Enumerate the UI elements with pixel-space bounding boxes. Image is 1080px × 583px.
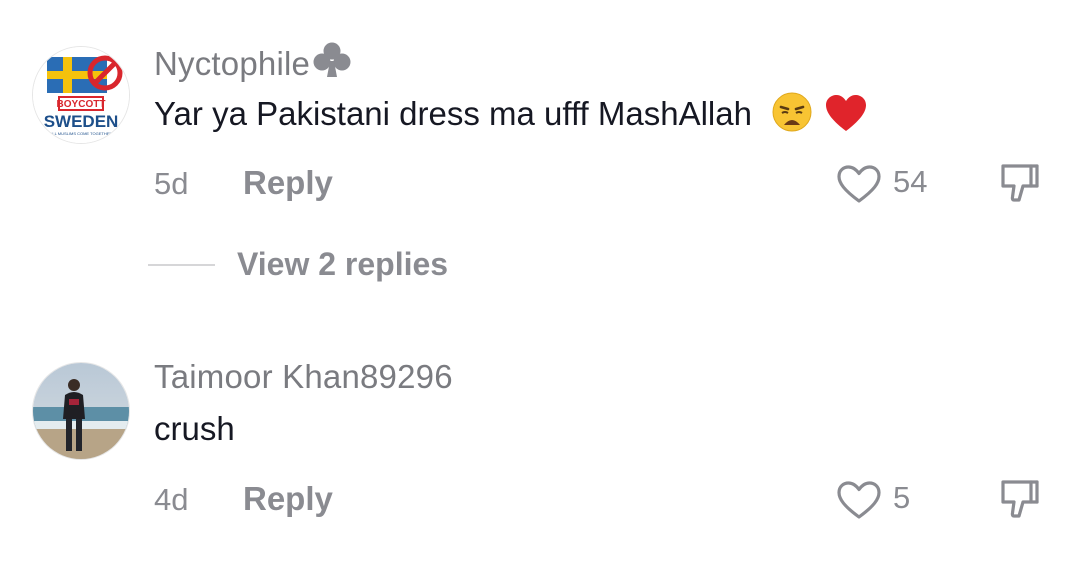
- heart-icon[interactable]: [836, 480, 882, 520]
- weary-face-emoji: [772, 92, 812, 132]
- svg-text:ALL MUSLIMS COME TOGETHER: ALL MUSLIMS COME TOGETHER: [50, 131, 113, 136]
- username-text[interactable]: Nyctophile: [154, 45, 310, 82]
- comment-text-content: Yar ya Pakistani dress ma ufff MashAllah: [154, 95, 752, 132]
- replies-divider-line: [148, 264, 215, 266]
- avatar[interactable]: BOYCOTT SWEDEN ALL MUSLIMS COME TOGETHER: [32, 46, 130, 144]
- club-suit-icon: [313, 42, 351, 77]
- comment-username[interactable]: Nyctophile: [154, 41, 352, 83]
- comment-text: Yar ya Pakistani dress ma ufff MashAllah: [154, 91, 868, 133]
- view-replies-button[interactable]: View 2 replies: [237, 246, 448, 283]
- like-count: 5: [893, 480, 911, 515]
- boycott-sweden-logo: BOYCOTT SWEDEN ALL MUSLIMS COME TOGETHER: [33, 47, 129, 143]
- comment-text: crush: [154, 410, 235, 447]
- comment-username[interactable]: Taimoor Khan89296: [154, 358, 453, 396]
- svg-text:BOYCOTT: BOYCOTT: [57, 99, 106, 110]
- thumbs-down-icon[interactable]: [997, 476, 1043, 522]
- user-photo: [33, 363, 129, 459]
- avatar[interactable]: [32, 362, 130, 460]
- heart-icon[interactable]: [836, 164, 882, 204]
- comment-timestamp: 4d: [154, 482, 189, 517]
- like-count: 54: [893, 164, 928, 199]
- comment-item: Taimoor Khan89296 crush 4d Reply 5: [0, 330, 1080, 583]
- svg-text:SWEDEN: SWEDEN: [44, 112, 119, 131]
- reply-button[interactable]: Reply: [243, 480, 333, 518]
- comment-timestamp: 5d: [154, 166, 189, 201]
- red-heart-emoji: [826, 95, 867, 131]
- thumbs-down-icon[interactable]: [997, 160, 1043, 206]
- reply-button[interactable]: Reply: [243, 164, 333, 202]
- comment-item: BOYCOTT SWEDEN ALL MUSLIMS COME TOGETHER…: [0, 0, 1080, 300]
